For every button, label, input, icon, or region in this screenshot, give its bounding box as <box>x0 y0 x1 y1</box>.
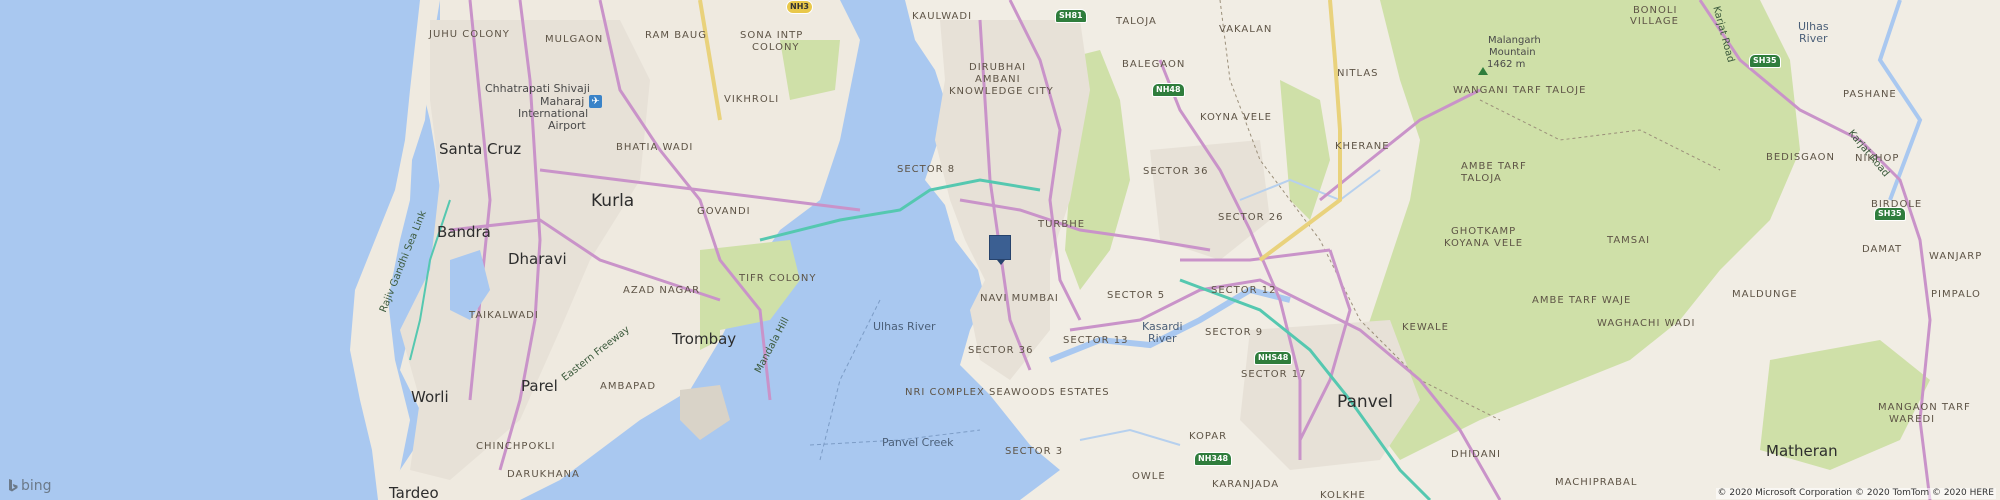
city-bandra: Bandra <box>437 223 491 241</box>
map-canvas[interactable]: Kurla Santa Cruz Bandra Dharavi Trombay … <box>0 0 2000 500</box>
city-kurla: Kurla <box>591 191 635 211</box>
area-kherane: KHERANE <box>1335 141 1390 152</box>
water-label-ulhas-ne: Ulhas <box>1798 20 1829 33</box>
area-maldunge: MALDUNGE <box>1732 289 1798 300</box>
water-label-panvel-creek: Panvel Creek <box>882 436 954 449</box>
ferry-route-1 <box>819 299 881 461</box>
area-ambe-tarf-waje: AMBE TARF WAJE <box>1532 295 1632 306</box>
city-worli: Worli <box>411 388 449 406</box>
city-tardeo: Tardeo <box>389 484 439 500</box>
area-mangaon: MANGAON TARF <box>1878 402 1971 413</box>
area-sector-9: SECTOR 9 <box>1205 327 1264 338</box>
shield-top: NH3 <box>786 0 813 14</box>
area-tifr-colony: TIFR COLONY <box>739 273 817 284</box>
copyright-notice: © 2020 Microsoft Corporation © 2020 TomT… <box>1715 488 1996 499</box>
shield-nh48: NH48 <box>1152 83 1185 97</box>
area-dirubhai: DIRUBHAI <box>969 62 1027 73</box>
area-mangaon-waredi: WAREDI <box>1889 414 1936 425</box>
area-bhatia-wadi: BHATIA WADI <box>616 142 694 153</box>
area-sector-5: SECTOR 5 <box>1107 290 1166 301</box>
airport-label-4: Airport <box>548 119 586 132</box>
area-karanjada: KARANJADA <box>1212 479 1280 490</box>
peak-name: Malangarh <box>1488 35 1541 46</box>
water-label-kasardi: Kasardi <box>1142 320 1183 333</box>
peak-elevation: 1462 m <box>1487 59 1526 70</box>
area-navi-mumbai: NAVI MUMBAI <box>980 293 1059 304</box>
area-taikalwadi: TAIKALWADI <box>469 310 539 321</box>
area-owle: OWLE <box>1132 471 1166 482</box>
shield-sh35-south: SH35 <box>1874 207 1906 221</box>
area-mulgaon: MULGAON <box>545 34 604 45</box>
area-wanjarp: WANJARP <box>1929 251 1983 262</box>
area-sector-13: SECTOR 13 <box>1063 335 1129 346</box>
airport-icon[interactable]: ✈ <box>589 95 602 108</box>
area-tamsai: TAMSAI <box>1607 235 1651 246</box>
area-bedisgaon: BEDISGAON <box>1766 152 1835 163</box>
area-sector-36-south: SECTOR 36 <box>968 345 1034 356</box>
area-taloja: TALOJA <box>1116 16 1157 27</box>
area-juhu-colony: JUHU COLONY <box>429 29 510 40</box>
shield-nhs48: NHS48 <box>1254 351 1293 365</box>
area-sona-intp: SONA INTP <box>740 30 804 41</box>
area-ambapad: AMBAPAD <box>600 381 657 392</box>
peak-name-line2: Mountain <box>1489 47 1536 58</box>
area-bonoli-village: VILLAGE <box>1630 16 1679 27</box>
area-wangani: WANGANI TARF TALOJE <box>1453 85 1587 96</box>
docks <box>680 385 730 440</box>
area-nitlas: NITLAS <box>1337 68 1379 79</box>
city-parel: Parel <box>521 377 558 395</box>
area-ambe-taloja: TALOJA <box>1461 173 1502 184</box>
area-kopar: KOPAR <box>1189 431 1228 442</box>
city-trombay: Trombay <box>672 330 737 348</box>
area-sector-36-north: SECTOR 36 <box>1143 166 1209 177</box>
area-pimpalo: PIMPALO <box>1931 289 1981 300</box>
location-pin[interactable] <box>989 235 1011 265</box>
shield-sh81: SH81 <box>1055 9 1087 23</box>
bing-logo-icon <box>9 479 18 492</box>
area-turbhe: TURBHE <box>1038 219 1086 230</box>
area-nri-complex: NRI COMPLEX SEAWOODS ESTATES <box>905 387 1110 398</box>
area-sector-3: SECTOR 3 <box>1005 446 1064 457</box>
shield-nh348: NH348 <box>1194 452 1233 466</box>
area-ram-baug: RAM BAUG <box>645 30 707 41</box>
area-azad-nagar: AZAD NAGAR <box>623 285 701 296</box>
area-ghotkamp: GHOTKAMP <box>1451 226 1517 237</box>
city-panvel: Panvel <box>1337 392 1393 412</box>
area-kewale: KEWALE <box>1402 322 1449 333</box>
water-label-ulhas-river: Ulhas River <box>873 320 936 333</box>
area-pashane: PASHANE <box>1843 89 1897 100</box>
area-govandi: GOVANDI <box>697 206 751 217</box>
city-dharavi: Dharavi <box>508 250 567 268</box>
area-bonoli: BONOLI <box>1633 5 1678 16</box>
city-matheran: Matheran <box>1766 442 1838 460</box>
shield-sh35-north: SH35 <box>1749 54 1781 68</box>
area-sector-26: SECTOR 26 <box>1218 212 1284 223</box>
area-vikhroli: VIKHROLI <box>724 94 780 105</box>
area-ambe-tarf: AMBE TARF <box>1461 161 1527 172</box>
area-sona-colony: COLONY <box>752 42 800 53</box>
area-sector-17: SECTOR 17 <box>1241 369 1307 380</box>
water-label-ulhas-ne-2: River <box>1799 32 1828 45</box>
area-kaulwadi: KAULWADI <box>912 11 973 22</box>
area-machiprabal: MACHIPRABAL <box>1555 477 1638 488</box>
area-damat: DAMAT <box>1862 244 1903 255</box>
area-koyna-vele: KOYNA VELE <box>1200 112 1272 123</box>
airport-label-1: Chhatrapati Shivaji <box>485 82 590 95</box>
area-dhidani: DHIDANI <box>1451 449 1501 460</box>
water-label-kasardi-2: River <box>1148 332 1177 345</box>
bing-logo: bing <box>8 478 52 494</box>
area-darukhana: DARUKHANA <box>507 469 580 480</box>
area-ghotkamp-koyana: KOYANA VELE <box>1444 238 1524 249</box>
bing-logo-text: bing <box>21 478 52 494</box>
city-santa-cruz: Santa Cruz <box>439 140 522 158</box>
area-sector-8: SECTOR 8 <box>897 164 956 175</box>
area-waghachi-wadi: WAGHACHI WADI <box>1597 318 1696 329</box>
area-chinchpokli: CHINCHPOKLI <box>476 441 556 452</box>
area-ambani: AMBANI <box>975 74 1021 85</box>
area-knowledge-city: KNOWLEDGE CITY <box>949 86 1054 97</box>
area-balegaon: BALEGAON <box>1122 59 1186 70</box>
area-vakalan: VAKALAN <box>1219 24 1273 35</box>
area-sector-12: SECTOR 12 <box>1211 285 1277 296</box>
area-kolkhe: KOLKHE <box>1320 490 1366 500</box>
